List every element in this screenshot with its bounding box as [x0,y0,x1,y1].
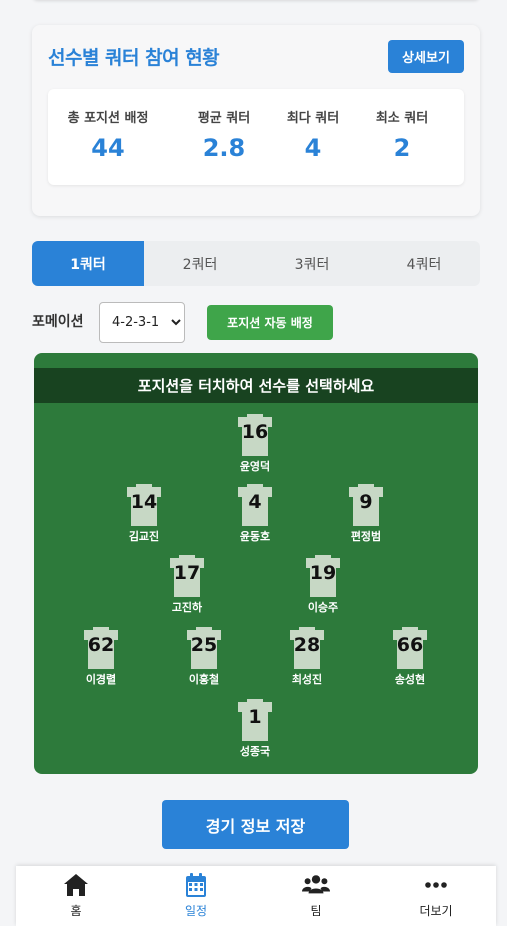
nav-home[interactable]: 홈 [16,866,136,926]
stat-value: 2 [393,134,411,162]
pitch: 포지션을 터치하여 선수를 선택하세요 16 윤영덕 14 김교진 4 윤동호 9 편정범 17… [34,353,478,774]
player-slot[interactable]: 1 성종국 [220,699,290,759]
player-slot[interactable]: 4 윤동호 [220,484,290,544]
nav-team[interactable]: 팀 [256,866,376,926]
stat-label: 총 포지션 배정 [67,111,149,126]
auto-assign-button[interactable]: 포지션 자동 배정 [207,305,333,340]
player-slot[interactable]: 66 송성현 [375,627,445,687]
quarter-tabs: 1쿼터 2쿼터 3쿼터 4쿼터 [32,241,480,286]
jersey-number: 62 [87,634,115,656]
jersey-number: 17 [173,562,201,584]
jersey-wrapper: 19 [304,555,342,597]
tab-quarter-2[interactable]: 2쿼터 [144,241,256,286]
stats-title: 선수별 쿼터 참여 현황 [48,47,220,69]
player-slot[interactable]: 9 편정범 [331,484,401,544]
nav-label: 팀 [310,904,322,918]
jersey-wrapper: 25 [185,627,223,669]
quarter-participation-card: 선수별 쿼터 참여 현황 상세보기 총 포지션 배정 44 평균 쿼터 2.8 … [32,25,480,216]
jersey-number: 19 [309,562,337,584]
player-name: 이승주 [307,601,339,614]
nav-label: 일정 [184,904,208,918]
player-slot[interactable]: 62 이경렬 [66,627,136,687]
stat-min-quarters: 최소 쿼터 2 [348,107,456,162]
stat-value: 44 [91,134,125,162]
jersey-number: 9 [359,491,373,513]
stat-label: 최소 쿼터 [375,111,429,126]
jersey-number: 25 [190,634,218,656]
calendar-icon [186,873,206,897]
nav-label: 더보기 [419,904,453,918]
detail-button[interactable]: 상세보기 [388,40,464,73]
jersey-wrapper: 1 [236,699,274,741]
player-slot[interactable]: 17 고진하 [152,555,222,615]
jersey-wrapper: 14 [125,484,163,526]
player-slot[interactable]: 25 이홍철 [169,627,239,687]
pitch-instruction: 포지션을 터치하여 선수를 선택하세요 [34,368,478,403]
tab-quarter-1[interactable]: 1쿼터 [32,241,144,286]
player-name: 이경렬 [85,673,117,686]
player-name: 이홍철 [188,673,220,686]
player-name: 편정범 [350,530,382,543]
player-slot[interactable]: 14 김교진 [109,484,179,544]
player-name: 송성현 [394,673,426,686]
jersey-wrapper: 66 [391,627,429,669]
stat-total-positions: 총 포지션 배정 44 [54,107,162,162]
jersey-number: 1 [248,706,262,728]
jersey-wrapper: 9 [347,484,385,526]
jersey-number: 16 [241,421,269,443]
player-slot[interactable]: 28 최성진 [272,627,342,687]
jersey-wrapper: 28 [288,627,326,669]
player-name: 최성진 [291,673,323,686]
stats-summary: 총 포지션 배정 44 평균 쿼터 2.8 최다 쿼터 4 최소 쿼터 2 [48,89,464,185]
player-name: 윤동호 [239,530,271,543]
home-icon [64,874,88,896]
save-match-button[interactable]: 경기 정보 저장 [162,800,349,849]
player-name: 고진하 [171,601,203,614]
tab-quarter-4[interactable]: 4쿼터 [368,241,480,286]
bottom-nav: 홈 일정 팀 더보기 [16,866,496,926]
player-name: 성종국 [239,745,271,758]
player-slot[interactable]: 16 윤영덕 [220,414,290,474]
jersey-number: 66 [396,634,424,656]
formation-select[interactable]: 4-2-3-1 [99,302,185,343]
jersey-wrapper: 16 [236,414,274,456]
users-icon [302,875,330,894]
jersey-wrapper: 17 [168,555,206,597]
nav-label: 홈 [70,904,82,918]
nav-schedule[interactable]: 일정 [136,866,256,926]
jersey-number: 14 [130,491,158,513]
tab-quarter-3[interactable]: 3쿼터 [256,241,368,286]
jersey-number: 28 [293,634,321,656]
nav-more[interactable]: 더보기 [376,866,496,926]
player-name: 김교진 [128,530,160,543]
jersey-wrapper: 62 [82,627,120,669]
jersey-number: 4 [248,491,262,513]
jersey-wrapper: 4 [236,484,274,526]
player-slot[interactable]: 19 이승주 [288,555,358,615]
more-icon [425,882,447,888]
player-name: 윤영덕 [239,460,271,473]
formation-label: 포메이션 [32,314,84,330]
